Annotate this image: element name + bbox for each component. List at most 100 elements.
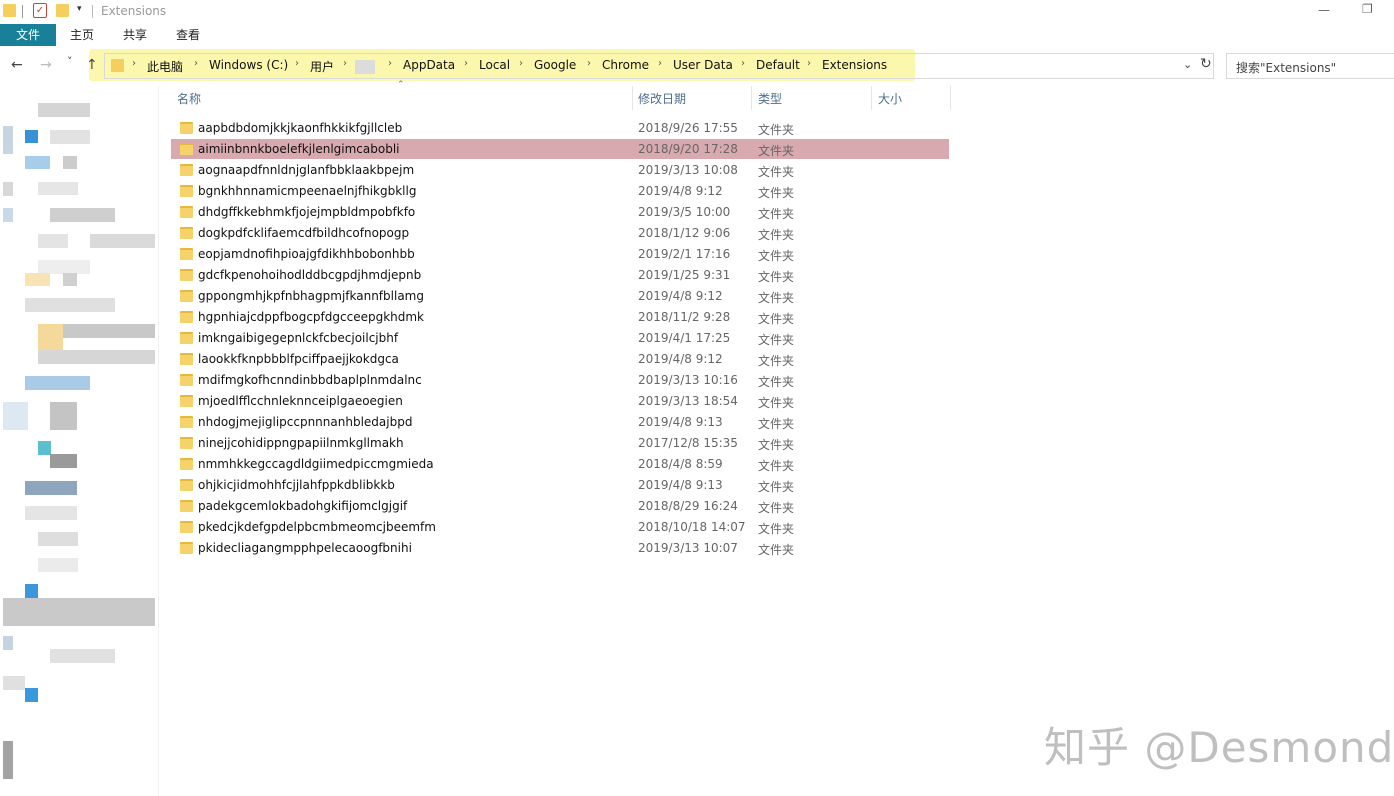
restore-button[interactable]: ❐ [1362,2,1373,16]
refresh-icon[interactable]: ↻ [1200,56,1212,72]
breadcrumb-users[interactable]: 用户 [310,58,334,75]
breadcrumb-google[interactable]: Google [534,58,576,72]
minimize-button[interactable]: — [1318,3,1330,17]
file-name: pkedcjkdefgpdelpbcmbmeomcjbeemfm [198,520,436,534]
file-row[interactable]: ninejjcohidippngpapiilnmkgllmakh 2017/12/… [171,433,949,453]
breadcrumb-arrow-icon[interactable]: › [132,58,136,69]
file-row[interactable]: gppongmhjkpfnbhagpmjfkannfbllamg 2019/4/8… [171,286,949,306]
file-row[interactable]: pkidecliagangmpphpelecaoogfbnihi 2019/3/1… [171,538,949,558]
navigation-pane[interactable] [0,86,159,796]
breadcrumb-arrow-icon[interactable]: › [388,58,392,69]
redacted-block [38,350,155,364]
redacted-block [3,598,155,626]
file-row[interactable]: bgnkhhnnamicmpeenaelnjfhikgbkllg 2019/4/8… [171,181,949,201]
customize-toolbar-icon[interactable]: ▾ [77,4,82,14]
file-type: 文件夹 [758,438,795,452]
breadcrumb-arrow-icon[interactable]: › [519,58,523,69]
breadcrumb-arrow-icon[interactable]: › [464,58,468,69]
column-header-name[interactable]: 名称 [177,90,201,107]
column-divider[interactable] [632,86,633,110]
column-divider[interactable] [950,86,951,110]
breadcrumb-appdata[interactable]: AppData [403,58,455,72]
file-type: 文件夹 [758,144,795,158]
breadcrumb-arrow-icon[interactable]: › [807,58,811,69]
breadcrumb-arrow-icon[interactable]: › [343,58,347,69]
column-divider[interactable] [871,86,872,110]
file-row[interactable]: mjoedlfflcchnleknnceiplgaeoegien 2019/3/1… [171,391,949,411]
forward-button[interactable]: → [40,57,52,73]
tab-home[interactable]: 主页 [70,24,94,46]
address-dropdown-icon[interactable]: ⌄ [1183,58,1192,71]
breadcrumb-user-data[interactable]: User Data [673,58,733,72]
file-row[interactable]: eopjamdnofihpioajgfdikhhbobonhbb 2019/2/1… [171,244,949,264]
breadcrumb-arrow-icon[interactable]: › [587,58,591,69]
file-row[interactable]: pkedcjkdefgpdelpbcmbmeomcjbeemfm 2018/10/… [171,517,949,537]
file-row[interactable]: padekgcemlokbadohgkifijomclgjgif 2018/8/2… [171,496,949,516]
file-row[interactable]: ohjkicjidmohhfcjjlahfppkdblibkkb 2019/4/8… [171,475,949,495]
file-modified-date: 2018/4/8 8:59 [638,457,723,471]
column-divider[interactable] [751,86,752,110]
file-row[interactable]: laookkfknpbbblfpciffpaejjkokdgca 2019/4/8… [171,349,949,369]
file-row[interactable]: nhdogjmejiglipccpnnnanhbledajbpd 2019/4/8… [171,412,949,432]
window-title: Extensions [101,4,167,18]
breadcrumb-extensions[interactable]: Extensions [822,58,887,72]
navigation-bar: ← → ˅ ↑ › 此电脑 › Windows (C:) › 用户 › › Ap… [0,46,1394,86]
file-type: 文件夹 [758,396,795,410]
breadcrumb-arrow-icon[interactable]: › [194,58,198,69]
up-button[interactable]: ↑ [86,57,98,73]
redacted-block [50,454,77,468]
redacted-block [63,156,77,169]
column-header-type[interactable]: 类型 [758,90,782,107]
redacted-block [50,130,90,144]
file-row[interactable]: mdifmgkofhcnndinbbdbaplplnmdalnc 2019/3/1… [171,370,949,390]
file-row[interactable]: aimiinbnnkboelefkjlenlgimcabobli 2018/9/2… [171,139,949,159]
file-row[interactable]: gdcfkpenohoihodlddbcgpdjhmdjepnb 2019/1/2… [171,265,949,285]
breadcrumb-windows-c[interactable]: Windows (C:) [209,58,288,72]
column-header-size[interactable]: 大小 [878,90,902,107]
file-row[interactable]: dogkpdfcklifaemcdfbildhcofnopogp 2018/1/1… [171,223,949,243]
file-name: imkngaibigegepnlckfcbecjoilcjbhf [198,331,399,345]
breadcrumb-this-pc[interactable]: 此电脑 [147,58,183,75]
file-row[interactable]: aapbdbdomjkkjkaonfhkkikfgjllcleb 2018/9/2… [171,118,949,138]
file-row[interactable]: aognaapdfnnldnjglanfbbklaakbpejm 2019/3/1… [171,160,949,180]
file-modified-date: 2019/3/13 18:54 [638,394,738,408]
folder-icon [180,143,193,155]
file-row[interactable]: imkngaibigegepnlckfcbecjoilcjbhf 2019/4/1… [171,328,949,348]
file-row[interactable]: dhdgffkkebhmkfjojejmpbldmpobfkfo 2019/3/5… [171,202,949,222]
folder-icon [180,332,193,344]
back-button[interactable]: ← [11,57,23,73]
file-type: 文件夹 [758,186,795,200]
new-folder-icon[interactable] [56,4,69,17]
breadcrumb-arrow-icon[interactable]: › [295,58,299,69]
properties-icon[interactable]: ✓ [33,3,47,18]
breadcrumb-default[interactable]: Default [756,58,800,72]
search-box[interactable]: 搜索"Extensions" [1226,53,1394,79]
watermark: 知乎 @Desmond [1044,723,1394,772]
redacted-username[interactable] [355,60,375,74]
file-type: 文件夹 [758,522,795,536]
file-name: padekgcemlokbadohgkifijomclgjgif [198,499,408,513]
folder-icon [180,164,193,176]
redacted-block [38,182,78,195]
tab-share[interactable]: 共享 [123,24,147,46]
redacted-block [3,636,13,650]
column-header-modified[interactable]: 修改日期 [638,90,686,107]
file-name: mjoedlfflcchnleknnceiplgaeoegien [198,394,403,408]
search-input[interactable]: 搜索"Extensions" [1236,59,1336,76]
breadcrumb-chrome[interactable]: Chrome [602,58,649,72]
redacted-block [25,156,50,169]
file-name: hgpnhiajcdppfbogcpfdgcceepgkhdmk [198,310,425,324]
tab-view[interactable]: 查看 [176,24,200,46]
file-type: 文件夹 [758,354,795,368]
file-row[interactable]: hgpnhiajcdppfbogcpfdgcceepgkhdmk 2018/11/… [171,307,949,327]
breadcrumb-arrow-icon[interactable]: › [741,58,745,69]
redacted-block [38,558,78,572]
breadcrumb-arrow-icon[interactable]: › [658,58,662,69]
file-row[interactable]: nmmhkkegccagdldgiimedpiccmgmieda 2018/4/8… [171,454,949,474]
tab-file[interactable]: 文件 [0,24,56,46]
file-modified-date: 2019/3/13 10:08 [638,163,738,177]
file-name: dhdgffkkebhmkfjojejmpbldmpobfkfo [198,205,416,219]
breadcrumb-local[interactable]: Local [479,58,510,72]
folder-icon [180,248,193,260]
recent-locations-button[interactable]: ˅ [67,55,73,68]
